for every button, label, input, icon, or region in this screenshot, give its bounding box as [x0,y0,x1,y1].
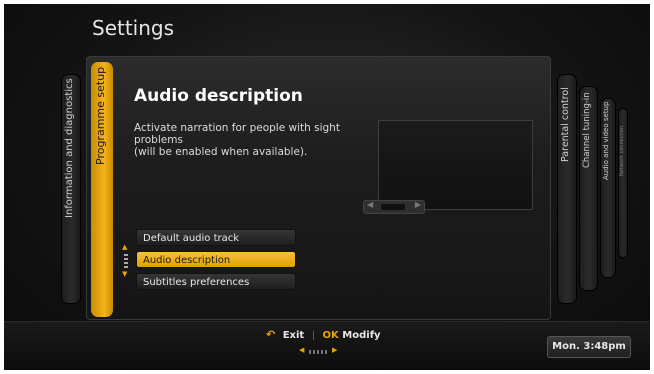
slider-right-icon: ▶ [414,200,421,209]
menu-item-default-audio-track[interactable]: Default audio track [136,229,296,246]
hint-separator: | [311,330,316,341]
scroll-bar [124,258,128,260]
tab-parental-label: Parental control [560,87,571,162]
slider-left-icon: ◀ [367,200,374,209]
description-line: Activate narration for people with sight [134,122,340,134]
tab-audio-and-video-setup[interactable]: Audio and video setup [600,98,616,278]
scroll-bar [124,266,128,268]
tab-parental-control[interactable]: Parental control [557,74,577,304]
preview-slider[interactable]: ◀ ▶ [363,200,425,214]
ok-key-label: OK [322,330,339,341]
description-line: problems [134,134,183,146]
scroll-indicator: ▲ ▼ [121,244,131,280]
scroll-up-icon: ▲ [122,243,128,251]
tab-information-label: Information and diagnostics [64,78,75,218]
menu-item-audio-description[interactable]: Audio description [136,251,296,268]
slider-knob[interactable] [381,204,405,210]
pager-left-icon: ◀ [299,346,305,354]
tab-programme-setup-label: Programme setup [94,66,107,165]
page-title: Settings [92,16,175,40]
modify-hint[interactable]: Modify [342,330,380,341]
tab-programme-setup[interactable]: Programme setup [91,62,113,317]
exit-hint[interactable]: Exit [283,330,305,341]
section-heading: Audio description [134,86,303,106]
pager-right-icon: ▶ [332,346,338,354]
tab-network-label: Network connection [619,125,625,176]
clock-display: Mon. 3:48pm [547,336,631,358]
back-arrow-icon: ↶ [266,328,276,341]
section-description: Activate narration for people with sight… [134,122,374,158]
settings-screen: Settings Information and diagnostics Net… [4,4,650,370]
menu-item-subtitles-preferences[interactable]: Subtitles preferences [136,273,296,290]
video-preview-window [378,120,533,210]
scroll-bar [124,254,128,256]
tab-network-connection[interactable]: Network connection [618,108,628,258]
description-line: (will be enabled when available). [134,146,308,158]
tab-channel-tuning-in[interactable]: Channel tuning-in [579,86,598,291]
scroll-down-icon: ▼ [122,270,128,278]
key-hint: ↶ Exit | OK Modify [266,328,381,341]
page-indicator: ◀ ▶ [299,346,339,356]
scroll-bar [124,262,128,264]
tab-audio-video-label: Audio and video setup [602,101,610,180]
tab-information-and-diagnostics[interactable]: Information and diagnostics [61,74,81,304]
tab-channel-label: Channel tuning-in [582,92,592,168]
pager-dots [309,350,329,354]
